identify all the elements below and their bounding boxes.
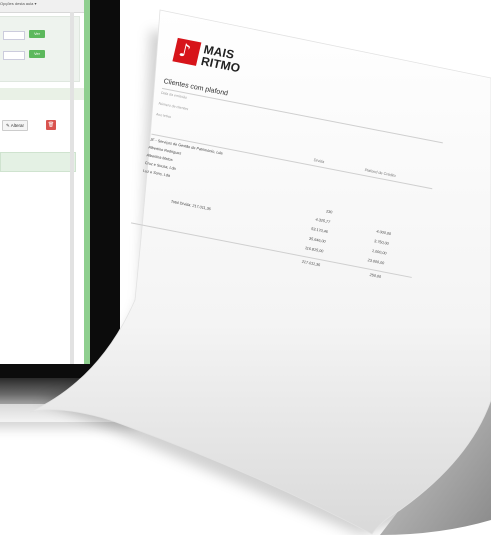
logo: ♪ [172, 37, 202, 66]
total-label: Total Dívida: 217.011,36 [170, 199, 212, 212]
music-note-icon: ♪ [176, 39, 193, 63]
debt-value: 53.170,46 [310, 226, 329, 235]
plafond-value: 4.000,00 [376, 229, 392, 237]
meta-line: Número de clientes [158, 101, 189, 112]
header-divider [151, 133, 433, 190]
plafond-value: 1.000,00 [371, 248, 387, 256]
debt-value: 230 [325, 209, 333, 215]
debt-value: 4.325,77 [315, 217, 331, 225]
debt-value: 116.815,00 [304, 246, 324, 254]
column-header-debt: Dívida [313, 158, 325, 165]
debt-value: 35.646,00 [308, 236, 327, 244]
scene: Opções desta aula ▾ Ver Ver ✎ Alterar 🗑 [0, 0, 491, 535]
plafond-value: 23.000,00 [367, 258, 385, 266]
client-name: Albertina Matos [146, 153, 174, 163]
meta-line: Ano letivo [155, 112, 172, 120]
plafond-value: 3.750,00 [373, 239, 390, 246]
divider [161, 87, 443, 144]
client-name: Luz e Sons, Lda [142, 168, 171, 178]
